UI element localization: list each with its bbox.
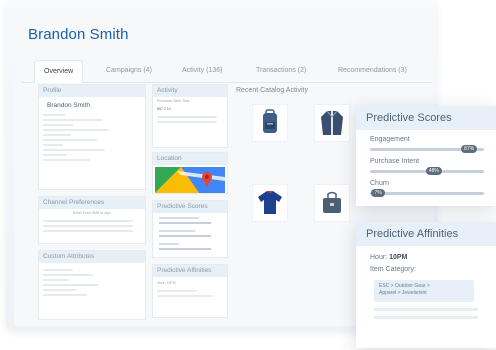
activity-card: Activity Purchase Visits Time $57 2 1h [152,84,228,148]
hour-row: Hour: 10PM [370,254,407,261]
custom-attributes-header: Custom Attributes [39,251,145,263]
affinity-line [157,290,197,292]
field-line [43,144,63,146]
popover-scores-title: Predictive Scores [356,106,496,130]
predictive-scores-popover: Predictive Scores Engagement 87% Purchas… [356,106,496,206]
field-line [43,159,91,161]
location-card: Location [152,152,228,194]
catalog-item-tshirt[interactable] [252,184,288,222]
custom-attributes-card: Custom Attributes [38,250,146,320]
field-line [43,149,105,151]
category-tag: ESC > Outdoor Gear > Apparel > Jewelsmin… [374,280,474,302]
channel-columns: Email Push SMS In-App [73,211,111,215]
tab-recommendations[interactable]: Recommendations (3) [338,60,407,82]
channel-preferences-header: Channel Preferences [39,197,145,209]
hour-small: Hour: 10PM [157,281,176,285]
tshirt-icon [258,191,282,214]
predictive-affinities-header: Predictive Affinities [153,265,227,277]
engagement-value: 87% [461,145,478,153]
attribute-line [43,279,69,281]
recent-catalog-title: Recent Catalog Activity [236,87,308,94]
predictive-scores-card: Predictive Scores [152,200,228,258]
affinity-line [374,316,478,319]
field-line [43,134,71,136]
activity-line [157,116,217,118]
channel-row [43,230,133,232]
metric-label: Engagement [370,136,410,143]
tab-bar: Overview Campaigns (4) Activity (136) Tr… [22,60,432,83]
metric-label: Purchase Intent [370,158,420,165]
catalog-item-jacket[interactable] [314,104,350,142]
predictive-scores-header: Predictive Scores [153,201,227,213]
catalog-item-bag[interactable] [314,184,350,222]
affinity-line [374,308,478,311]
tab-activity[interactable]: Activity (136) [182,60,222,82]
backpack-icon [263,109,277,133]
tab-campaigns[interactable]: Campaigns (4) [106,60,152,82]
location-header: Location [153,153,227,165]
tab-overview[interactable]: Overview [34,60,84,83]
bag-icon [323,191,341,213]
field-line [43,114,65,116]
popover-affinities-title: Predictive Affinities [356,222,496,246]
attribute-line [43,274,93,276]
field-line [43,129,109,131]
channel-preferences-card: Channel Preferences Email Push SMS In-Ap… [38,196,146,244]
tab-transactions[interactable]: Transactions (2) [256,60,306,82]
category-tag-text: ESC > Outdoor Gear > Apparel > Jewelsmin… [379,283,430,296]
churn-track [370,192,484,195]
map-icon [155,167,225,193]
churn-value: 7% [371,189,385,197]
activity-header: Activity [153,85,227,97]
hour-value: 10PM [389,254,408,261]
field-line [43,124,73,126]
hour-label: Hour: [370,254,388,261]
jacket-icon [321,110,343,135]
attribute-line [43,284,99,286]
activity-values: $57 2 1h [157,107,171,111]
metric-label: Churn [370,180,390,187]
field-line [43,139,97,141]
attribute-line [43,289,77,291]
field-line [43,119,103,121]
affinity-line [157,295,213,297]
channel-row [43,225,133,227]
attribute-line [43,294,87,296]
predictive-affinities-popover: Predictive Affinities Hour: 10PM Item Ca… [356,222,496,348]
page-title: Brandon Smith [28,26,129,43]
item-category-label: Item Category: [370,266,416,273]
predictive-affinities-card: Predictive Affinities Hour: 10PM [152,264,228,318]
activity-line [157,121,217,123]
profile-card-header: Profile [39,85,145,97]
scores-bars [159,217,211,250]
catalog-item-backpack[interactable] [252,104,288,142]
purchase-intent-value: 48% [425,167,442,175]
profile-card: Profile Brandon Smith [38,84,146,190]
channel-row [43,220,133,222]
attribute-line [43,269,73,271]
field-line [43,154,67,156]
profile-name: Brandon Smith [47,102,90,109]
activity-columns: Purchase Visits Time [157,99,190,103]
